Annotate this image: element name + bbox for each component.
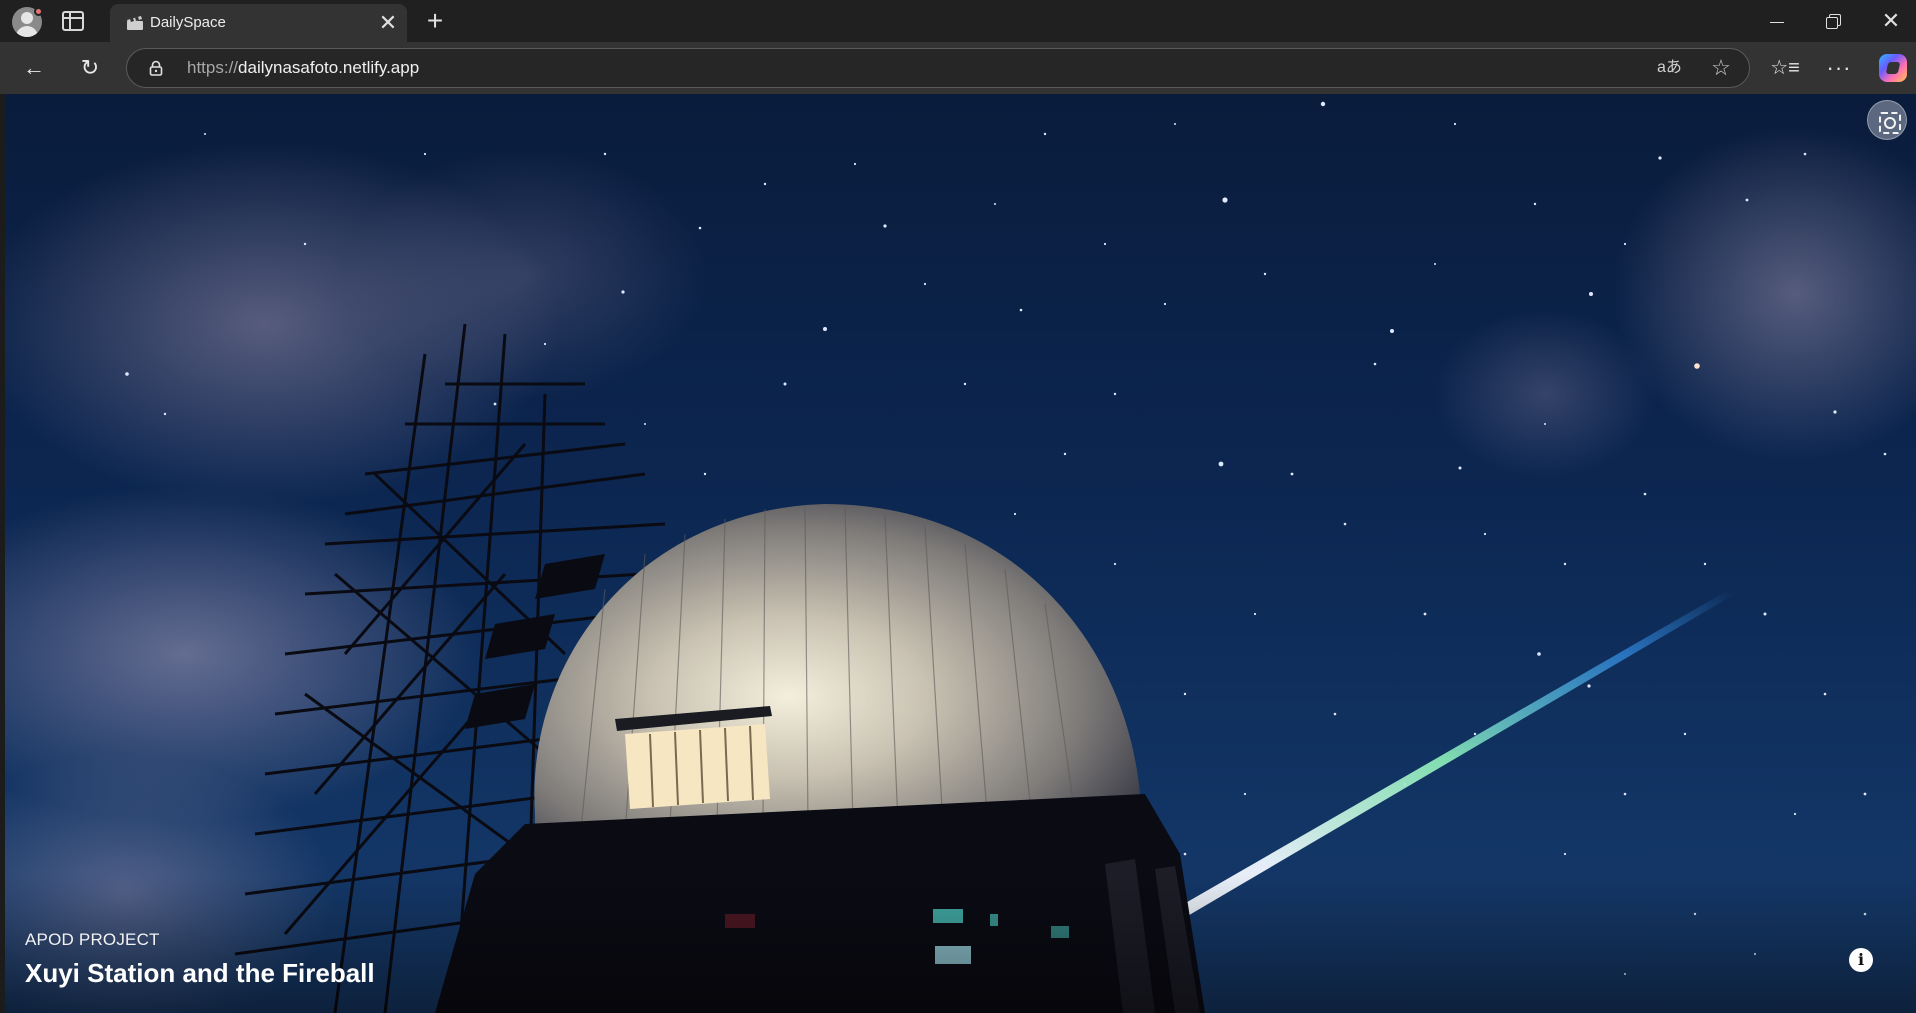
refresh-icon[interactable]: ↻ bbox=[74, 52, 106, 84]
address-bar[interactable]: https://dailynasafoto.netlify.app aあ ☆ bbox=[126, 48, 1750, 88]
url-text[interactable]: https://dailynasafoto.netlify.app bbox=[187, 49, 419, 87]
minimize-button[interactable] bbox=[1754, 0, 1800, 42]
favorites-icon[interactable]: ☆≡ bbox=[1769, 52, 1801, 84]
more-icon[interactable]: ··· bbox=[1823, 52, 1855, 84]
tab-dailyspace[interactable]: DailySpace ✕ bbox=[110, 4, 407, 42]
favorite-star-icon[interactable]: ☆ bbox=[1707, 54, 1735, 82]
visual-search-icon[interactable] bbox=[1867, 100, 1907, 140]
new-tab-button[interactable]: + bbox=[420, 7, 450, 37]
profile-notification-dot bbox=[34, 7, 43, 16]
read-aloud-icon[interactable]: aあ bbox=[1657, 49, 1682, 87]
url-protocol: https:// bbox=[187, 58, 239, 77]
tab-title: DailySpace bbox=[150, 14, 226, 31]
apod-hero: APOD PROJECT Xuyi Station and the Fireba… bbox=[5, 94, 1916, 1013]
caption-gradient bbox=[5, 874, 1916, 1013]
restore-button[interactable] bbox=[1811, 0, 1857, 42]
copilot-icon[interactable] bbox=[1879, 54, 1907, 82]
close-window-button[interactable]: ✕ bbox=[1868, 0, 1914, 42]
film-clapper-icon bbox=[127, 16, 143, 30]
info-icon[interactable]: i bbox=[1849, 948, 1873, 972]
lock-icon[interactable] bbox=[149, 60, 163, 76]
browser-toolbar: ← ↻ https://dailynasafoto.netlify.app aあ… bbox=[0, 42, 1916, 94]
title-bar: DailySpace ✕ + ✕ bbox=[0, 0, 1916, 42]
url-host: dailynasafoto.netlify.app bbox=[238, 58, 420, 77]
tab-close-icon[interactable]: ✕ bbox=[377, 12, 399, 34]
minimize-icon bbox=[1770, 21, 1784, 23]
tab-actions-icon[interactable] bbox=[62, 11, 84, 31]
apod-title: Xuyi Station and the Fireball bbox=[25, 958, 375, 988]
back-icon[interactable]: ← bbox=[18, 52, 50, 84]
apod-kicker: APOD PROJECT bbox=[25, 930, 160, 949]
